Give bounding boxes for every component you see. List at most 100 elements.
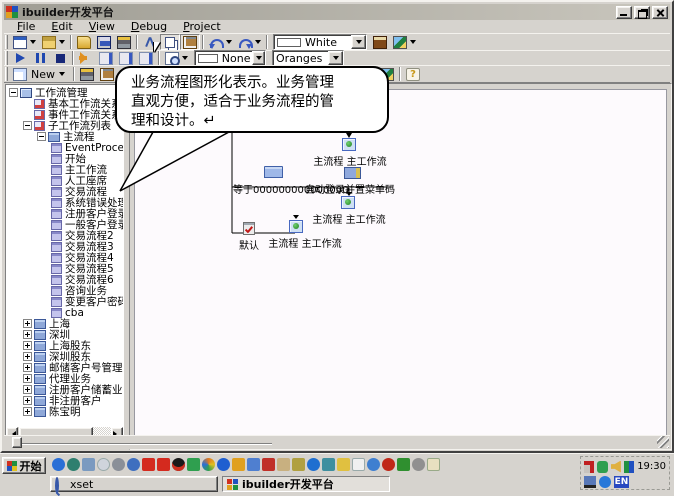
workflow-node-icon[interactable] [342, 138, 356, 151]
expand-toggle-icon[interactable] [23, 363, 32, 372]
taskbutton-xset[interactable]: xset [50, 476, 218, 492]
cd-icon[interactable] [97, 458, 110, 471]
tree-item[interactable]: 子工作流列表 [6, 120, 111, 131]
line-color-combobox[interactable]: None [194, 50, 266, 66]
tree-item[interactable]: 变更客户密码 [6, 296, 124, 307]
fill-color-combobox[interactable]: White [273, 34, 367, 50]
window-resize-grip[interactable] [657, 436, 669, 448]
color-swirl-icon[interactable] [202, 458, 215, 471]
mail-icon[interactable] [337, 458, 350, 471]
menu-debug[interactable]: Debug [124, 20, 174, 33]
close-button[interactable] [652, 6, 668, 19]
minimize-button[interactable] [616, 6, 632, 19]
tray-device-icon[interactable] [584, 461, 594, 473]
image-tool-dropdown-icon[interactable] [410, 40, 416, 44]
action-folder-icon[interactable] [344, 167, 361, 179]
menu-project[interactable]: Project [176, 20, 228, 33]
info-icon[interactable] [307, 458, 320, 471]
red-notebook-icon[interactable] [262, 458, 275, 471]
workflow-canvas[interactable] [134, 89, 667, 443]
earth-icon[interactable] [367, 458, 380, 471]
default-clipboard-icon[interactable] [243, 222, 255, 235]
media-app-icon[interactable] [142, 458, 155, 471]
menu-view[interactable]: View [82, 20, 122, 33]
fill-color-dropdown-button[interactable] [351, 35, 366, 49]
restore-button[interactable] [634, 6, 650, 19]
tray-recycle-icon[interactable] [597, 461, 607, 473]
expand-toggle-icon[interactable] [23, 341, 32, 350]
monitor-globe-icon[interactable] [82, 458, 95, 471]
green-dice-icon[interactable] [397, 458, 410, 471]
new-object-button[interactable]: New [10, 66, 71, 83]
copy-button[interactable] [160, 34, 180, 50]
zoom-view-dropdown-icon[interactable] [182, 56, 188, 60]
redo-button[interactable] [235, 34, 255, 50]
redo-dropdown-icon[interactable] [255, 40, 261, 44]
menu-file[interactable]: File [10, 20, 42, 33]
card-monitor-icon[interactable] [322, 458, 335, 471]
condition-folder-icon[interactable] [264, 166, 283, 178]
image-tool-button[interactable] [390, 34, 410, 50]
toolbar-grabber[interactable] [5, 51, 8, 65]
print-button[interactable] [114, 34, 134, 50]
paint-button[interactable] [370, 34, 390, 50]
new-project-button[interactable] [39, 34, 59, 50]
expand-toggle-icon[interactable] [23, 407, 32, 416]
collapse-toggle-icon[interactable] [23, 121, 32, 130]
zoom-view-button[interactable] [162, 50, 182, 66]
taskbutton-ibuilder[interactable]: ibuilder开发平台 [222, 476, 390, 492]
paste-object-button[interactable] [97, 66, 117, 82]
keys-icon[interactable] [292, 458, 305, 471]
status-slider-thumb[interactable] [12, 437, 22, 448]
network-globe-icon[interactable] [112, 458, 125, 471]
continue-button[interactable] [76, 50, 96, 66]
magnifier-icon[interactable] [412, 458, 425, 471]
expand-toggle-icon[interactable] [23, 330, 32, 339]
new-form-button[interactable] [10, 34, 30, 50]
new-form-dropdown-icon[interactable] [30, 40, 36, 44]
collapse-toggle-icon[interactable] [37, 132, 46, 141]
menu-edit[interactable]: Edit [44, 20, 79, 33]
collapse-toggle-icon[interactable] [9, 88, 18, 97]
expand-toggle-icon[interactable] [23, 319, 32, 328]
green-monitor-icon[interactable] [187, 458, 200, 471]
qq-penguin-icon[interactable] [172, 458, 185, 471]
tray-monitor-icon[interactable] [584, 476, 596, 488]
picture-frame-icon[interactable] [427, 458, 440, 471]
open-button[interactable] [74, 34, 94, 50]
palette-dropdown-button[interactable] [328, 51, 343, 65]
folder-search-icon[interactable] [232, 458, 245, 471]
step-out-button[interactable] [136, 50, 156, 66]
tree-item[interactable]: 陈宝明 [6, 406, 81, 417]
print-object-button[interactable] [77, 66, 97, 82]
compass-icon[interactable] [127, 458, 140, 471]
stop-button[interactable] [50, 50, 70, 66]
tree-item[interactable]: cba [6, 307, 84, 318]
expand-toggle-icon[interactable] [23, 352, 32, 361]
pause-button[interactable] [30, 50, 50, 66]
workflow-node-icon[interactable] [289, 220, 303, 233]
globe-icon[interactable] [67, 458, 80, 471]
line-color-dropdown-button[interactable] [252, 51, 265, 65]
expand-toggle-icon[interactable] [23, 396, 32, 405]
help-circle-icon[interactable] [217, 458, 230, 471]
media-app2-icon[interactable] [157, 458, 170, 471]
paste-button[interactable] [180, 34, 200, 50]
toolbar-grabber[interactable] [5, 67, 8, 81]
workflow-node-icon[interactable] [341, 196, 355, 209]
step-into-button[interactable] [96, 50, 116, 66]
volume-speaker-icon[interactable] [611, 461, 621, 473]
palette-combobox[interactable]: Oranges [272, 50, 344, 66]
step-over-button[interactable] [116, 50, 136, 66]
document-icon[interactable] [247, 458, 260, 471]
new-project-dropdown-icon[interactable] [59, 40, 65, 44]
save-button[interactable] [94, 34, 114, 50]
toolbar-grabber[interactable] [5, 35, 8, 49]
run-button[interactable] [10, 50, 30, 66]
help-button[interactable] [403, 66, 423, 82]
undo-dropdown-icon[interactable] [226, 40, 232, 44]
tray-app-icon[interactable] [599, 476, 611, 488]
ie-browser-icon[interactable] [52, 458, 65, 471]
expand-toggle-icon[interactable] [23, 374, 32, 383]
language-indicator[interactable]: EN [614, 476, 629, 488]
